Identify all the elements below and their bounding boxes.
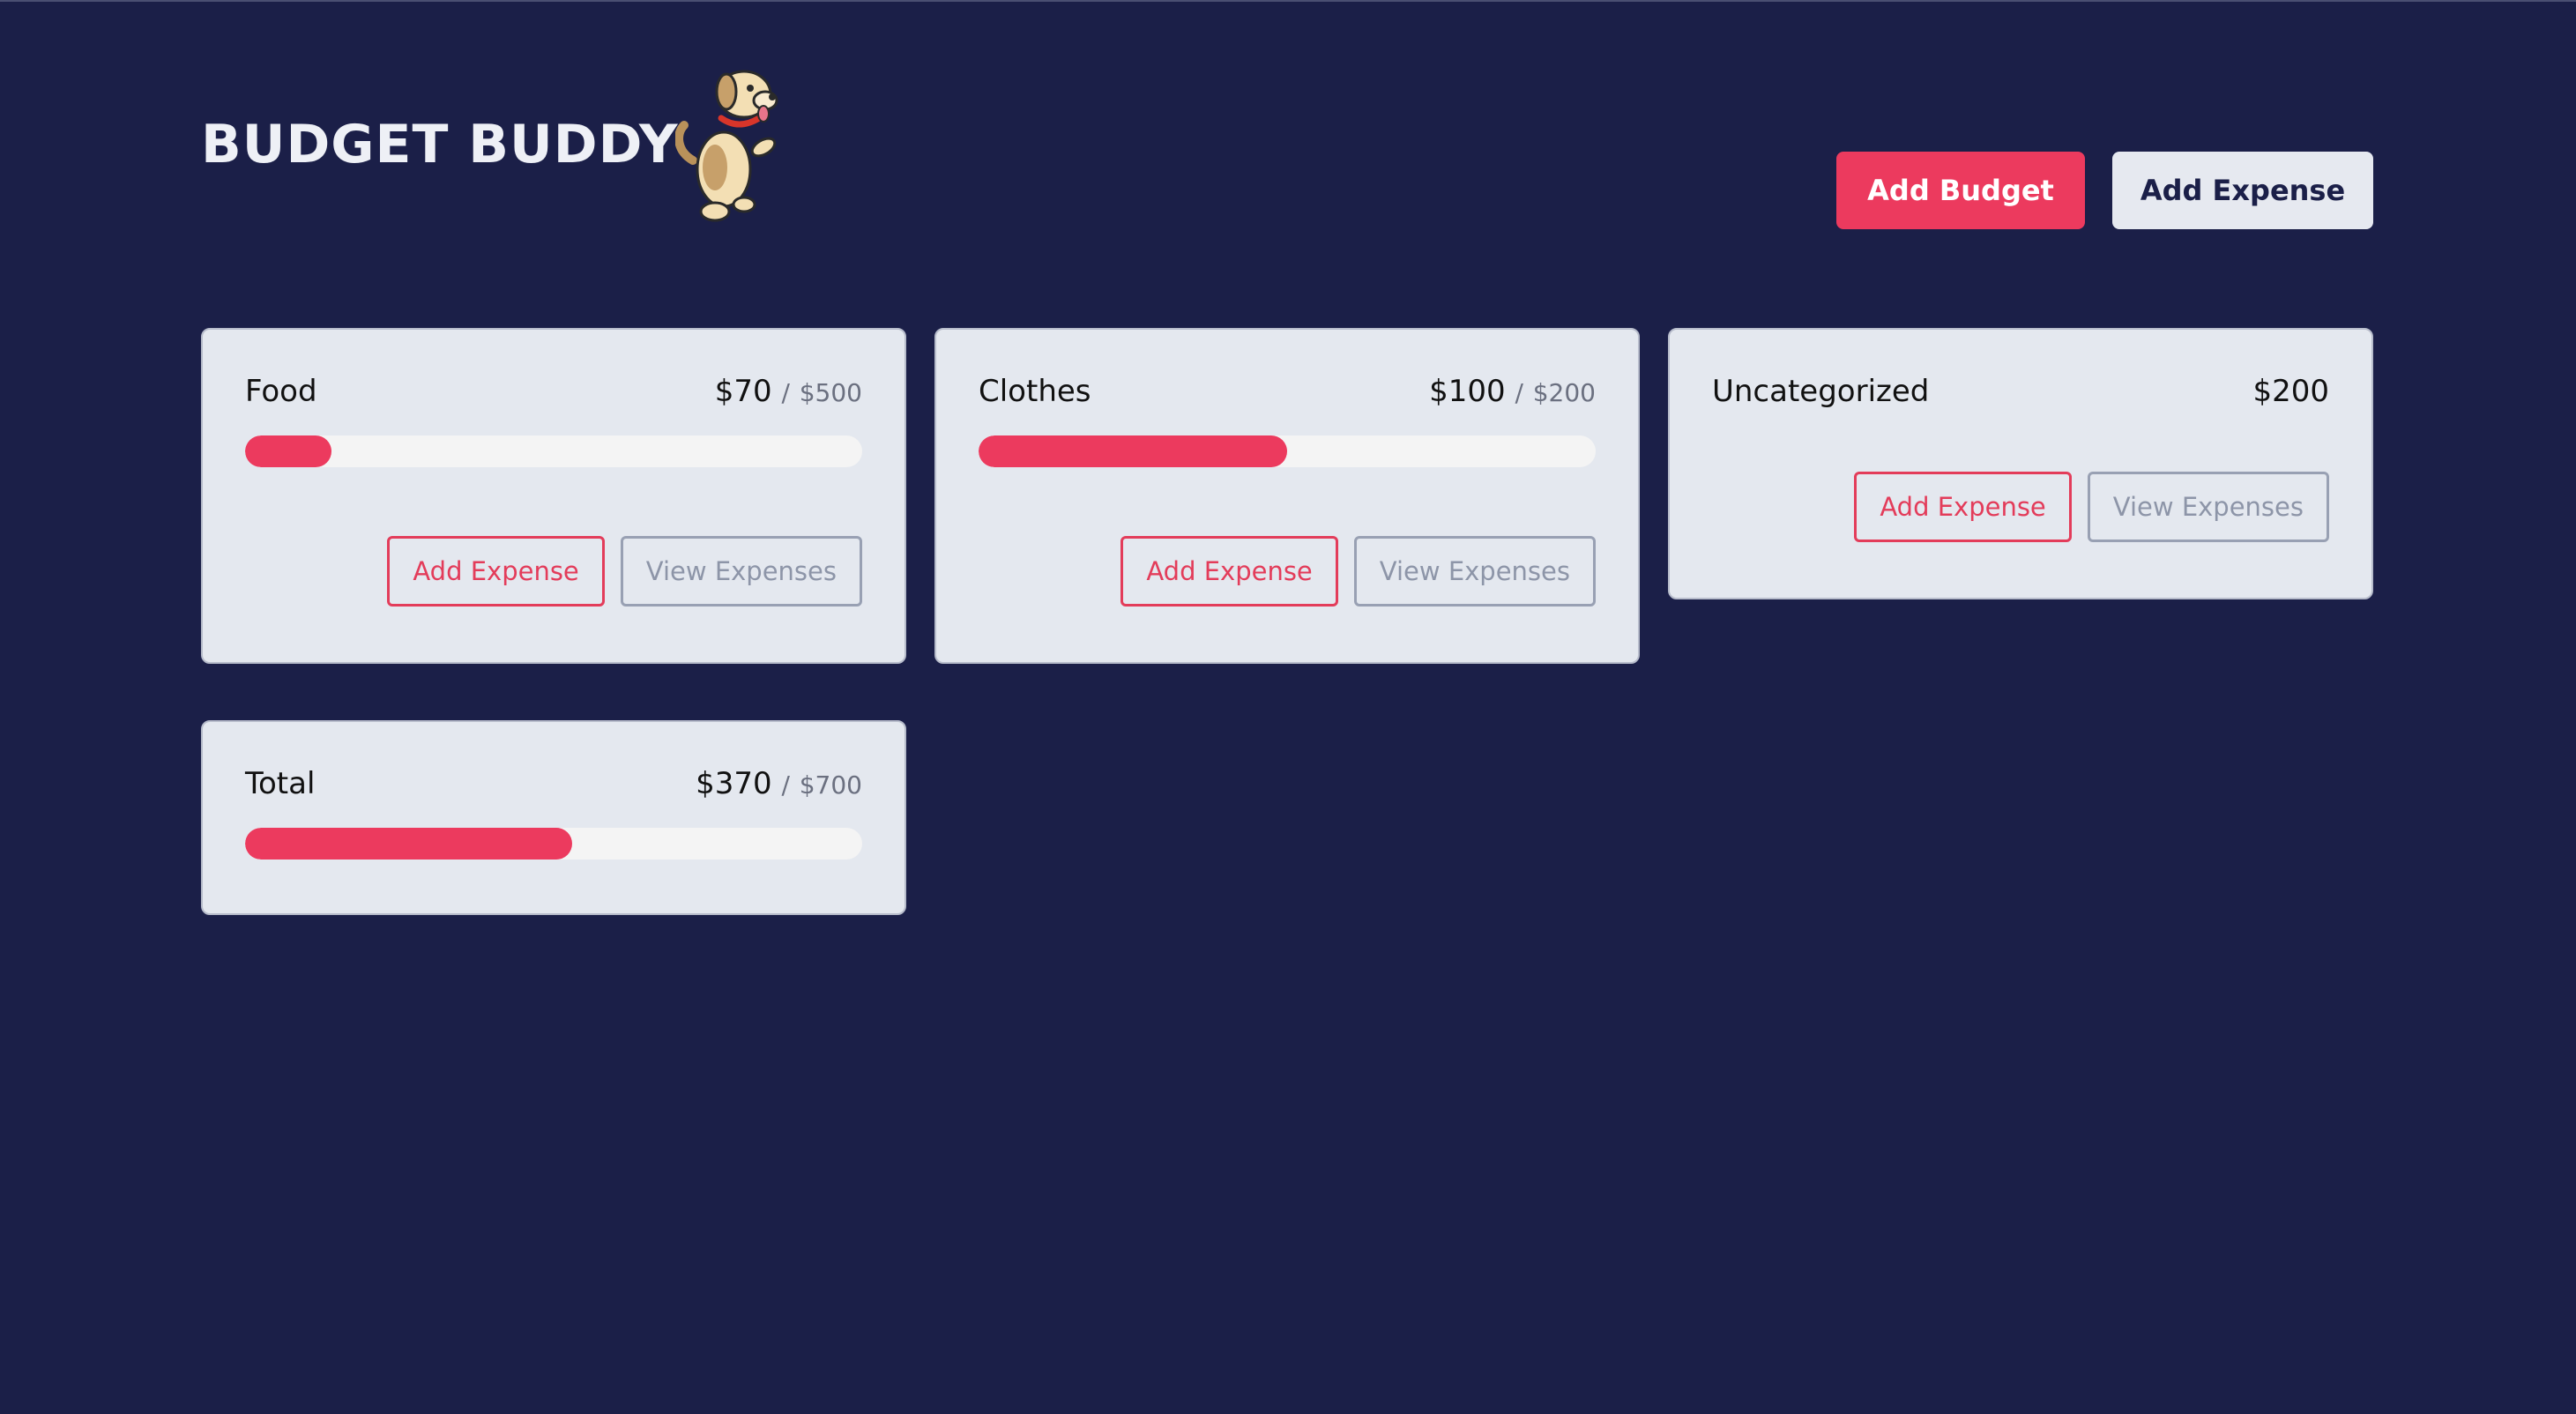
add-expense-button[interactable]: Add Expense — [1120, 536, 1338, 607]
view-expenses-button[interactable]: View Expenses — [620, 536, 862, 607]
progress-fill — [245, 435, 331, 467]
budget-name: Uncategorized — [1712, 374, 1930, 409]
card-actions: Add Expense View Expenses — [1120, 536, 1596, 607]
budget-amount: $100 / $200 — [1429, 374, 1596, 409]
budget-amount: $200 — [2252, 374, 2329, 409]
budget-progress-bar — [979, 435, 1596, 467]
budget-spent: $200 — [2252, 374, 2329, 409]
budget-card-uncategorized: Uncategorized $200 Add Expense View Expe… — [1668, 328, 2373, 599]
amount-separator: / — [781, 770, 790, 800]
add-budget-button[interactable]: Add Budget — [1836, 152, 2085, 229]
add-expense-button[interactable]: Add Expense — [387, 536, 605, 607]
budget-max: $500 — [799, 378, 862, 407]
total-spent: $370 — [696, 766, 772, 801]
budget-card-food: Food $70 / $500 Add Expense View Expense… — [201, 328, 906, 664]
amount-separator: / — [781, 378, 790, 407]
card-actions: Add Expense View Expenses — [1854, 472, 2329, 542]
budget-spent: $100 — [1429, 374, 1506, 409]
budget-card-clothes: Clothes $100 / $200 Add Expense View Exp… — [934, 328, 1640, 664]
total-progress-bar — [245, 828, 862, 860]
total-max: $700 — [799, 770, 862, 800]
budget-progress-bar — [245, 435, 862, 467]
total-card: Total $370 / $700 — [201, 720, 906, 915]
add-expense-button[interactable]: Add Expense — [1854, 472, 2072, 542]
total-amount: $370 / $700 — [696, 766, 862, 801]
amount-separator: / — [1515, 378, 1523, 407]
budget-name: Food — [245, 374, 317, 409]
total-name: Total — [245, 766, 316, 801]
view-expenses-button[interactable]: View Expenses — [2087, 472, 2329, 542]
dog-mascot-logo — [675, 70, 778, 222]
add-expense-button[interactable]: Add Expense — [2112, 152, 2373, 229]
budget-amount: $70 / $500 — [715, 374, 862, 409]
budget-max: $200 — [1532, 378, 1596, 407]
budget-name: Clothes — [979, 374, 1091, 409]
view-expenses-button[interactable]: View Expenses — [1353, 536, 1596, 607]
progress-fill — [979, 435, 1287, 467]
progress-fill — [245, 828, 572, 860]
card-actions: Add Expense View Expenses — [387, 536, 862, 607]
app-title: BUDGET BUDDY — [201, 114, 679, 175]
budget-spent: $70 — [714, 374, 772, 409]
